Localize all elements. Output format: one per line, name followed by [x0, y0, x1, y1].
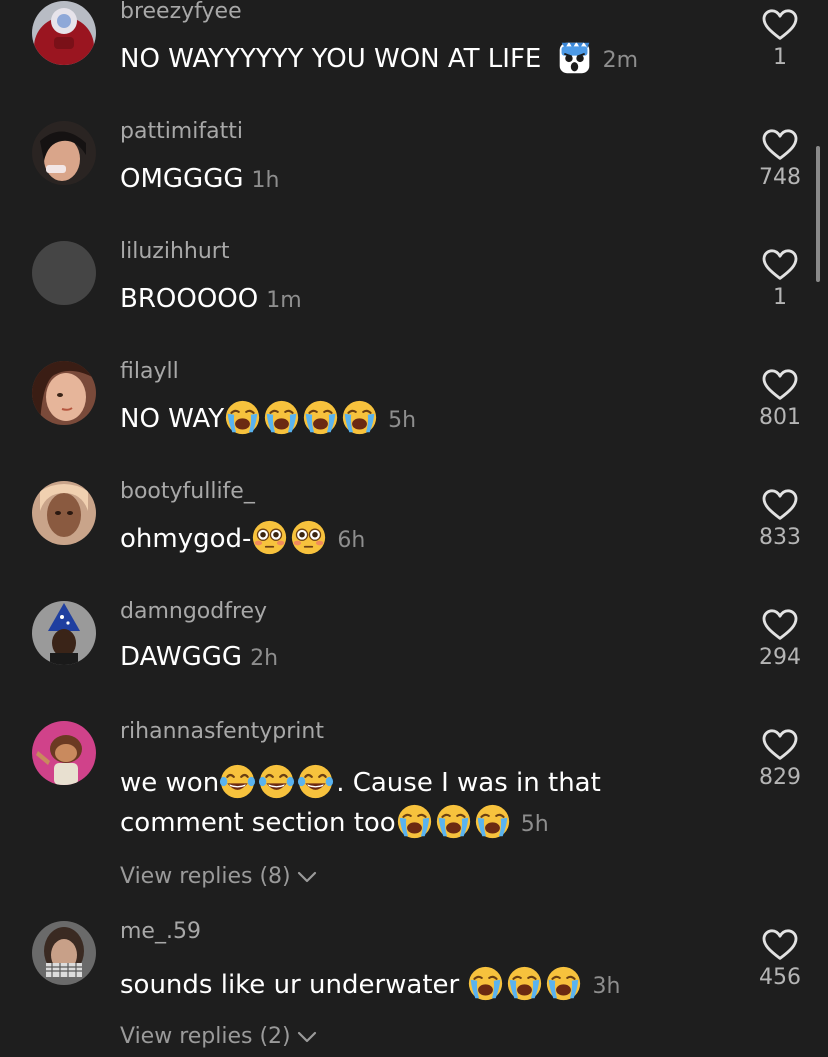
- comment-text: DAWGGG 2h: [120, 637, 640, 679]
- heart-outline-icon: [762, 929, 798, 961]
- comment-body: DAWGGG: [120, 642, 243, 672]
- like-button[interactable]: 1: [754, 9, 806, 70]
- like-button[interactable]: 1: [754, 249, 806, 310]
- comment-text: sounds like ur underwater 3h: [120, 965, 640, 1007]
- heart-outline-icon: [762, 489, 798, 521]
- comment-time: 6h: [337, 528, 366, 553]
- comment-time: 5h: [388, 408, 417, 433]
- like-count: 801: [759, 405, 801, 430]
- blue-monster-emoji-icon: [556, 39, 593, 76]
- comment-time: 2h: [250, 646, 279, 671]
- like-count: 1: [773, 45, 787, 70]
- like-button[interactable]: 801: [754, 369, 806, 430]
- like-count: 833: [759, 525, 801, 550]
- avatar[interactable]: [32, 241, 96, 305]
- heart-outline-icon: [762, 369, 798, 401]
- loudly-crying-face-icon: [435, 803, 472, 840]
- like-button[interactable]: 833: [754, 489, 806, 550]
- loudly-crying-face-icon: [474, 803, 511, 840]
- comment-list[interactable]: breezyfyee NO WAYYYYYY YOU WON AT LIFE 2…: [0, 0, 828, 1057]
- comment-time: 3h: [592, 974, 621, 999]
- like-button[interactable]: 829: [754, 729, 806, 790]
- like-button[interactable]: 294: [754, 609, 806, 670]
- heart-outline-icon: [762, 249, 798, 281]
- avatar[interactable]: [32, 481, 96, 545]
- comment-time: 1h: [251, 168, 280, 193]
- loudly-crying-face-icon: [545, 965, 582, 1002]
- comment-username[interactable]: rihannasfentyprint: [120, 719, 324, 744]
- loudly-crying-face-icon: [302, 399, 339, 436]
- view-replies-label: View replies (8): [120, 864, 291, 889]
- face-with-tears-of-joy-icon: [258, 763, 295, 800]
- like-count: 829: [759, 765, 801, 790]
- loudly-crying-face-icon: [224, 399, 261, 436]
- loudly-crying-face-icon: [506, 965, 543, 1002]
- chevron-down-icon: [297, 1031, 316, 1043]
- like-button[interactable]: 748: [754, 129, 806, 190]
- view-replies-label: View replies (2): [120, 1024, 291, 1049]
- flushed-face-icon: [290, 519, 327, 556]
- avatar[interactable]: [32, 921, 96, 985]
- avatar[interactable]: [32, 121, 96, 185]
- heart-outline-icon: [762, 129, 798, 161]
- comment-body: comment section too: [120, 808, 396, 838]
- heart-outline-icon: [762, 9, 798, 41]
- like-count: 748: [759, 165, 801, 190]
- avatar[interactable]: [32, 1, 96, 65]
- comment-username[interactable]: breezyfyee: [120, 0, 242, 24]
- like-button[interactable]: 456: [754, 929, 806, 990]
- heart-outline-icon: [762, 609, 798, 641]
- avatar[interactable]: [32, 721, 96, 785]
- comment-body: ohmygod-: [120, 524, 252, 554]
- loudly-crying-face-icon: [341, 399, 378, 436]
- comment-username[interactable]: me_.59: [120, 919, 201, 944]
- loudly-crying-face-icon: [396, 803, 433, 840]
- comment-text: ohmygod- 6h: [120, 519, 640, 561]
- scrollbar[interactable]: [816, 146, 820, 282]
- comment-text: NO WAYYYYYY YOU WON AT LIFE 2m: [120, 39, 640, 81]
- avatar[interactable]: [32, 361, 96, 425]
- comment-text: we won . Cause I was in that comment secti…: [120, 763, 640, 845]
- comment-username[interactable]: pattimifatti: [120, 119, 243, 144]
- comment-body: . Cause I was in that: [336, 768, 601, 798]
- chevron-down-icon: [297, 871, 316, 883]
- comment-time: 2m: [602, 48, 639, 73]
- view-replies-button[interactable]: View replies (8): [120, 864, 317, 889]
- like-count: 456: [759, 965, 801, 990]
- heart-outline-icon: [762, 729, 798, 761]
- comment-body: OMGGGG: [120, 164, 244, 194]
- comment-username[interactable]: bootyfullife_: [120, 479, 255, 504]
- comment-text: BROOOOO 1m: [120, 279, 640, 321]
- flushed-face-icon: [251, 519, 288, 556]
- face-with-tears-of-joy-icon: [297, 763, 334, 800]
- comment-text: OMGGGG 1h: [120, 159, 640, 201]
- comment-body: BROOOOO: [120, 284, 259, 314]
- like-count: 294: [759, 645, 801, 670]
- view-replies-button[interactable]: View replies (2): [120, 1024, 317, 1049]
- comment-body: NO WAY: [120, 404, 225, 434]
- avatar[interactable]: [32, 601, 96, 665]
- comment-time: 1m: [266, 288, 302, 313]
- comment-body: NO WAYYYYYY YOU WON AT LIFE: [120, 44, 542, 74]
- comment-text: NO WAY 5h: [120, 399, 640, 441]
- comment-username[interactable]: damngodfrey: [120, 599, 267, 624]
- comment-body: we won: [120, 768, 220, 798]
- comment-body: sounds like ur underwater: [120, 970, 468, 1000]
- like-count: 1: [773, 285, 787, 310]
- loudly-crying-face-icon: [263, 399, 300, 436]
- loudly-crying-face-icon: [467, 965, 504, 1002]
- comment-username[interactable]: filayll: [120, 359, 179, 384]
- comment-username[interactable]: liluzihhurt: [120, 239, 229, 264]
- comment-time: 5h: [520, 812, 549, 837]
- face-with-tears-of-joy-icon: [219, 763, 256, 800]
